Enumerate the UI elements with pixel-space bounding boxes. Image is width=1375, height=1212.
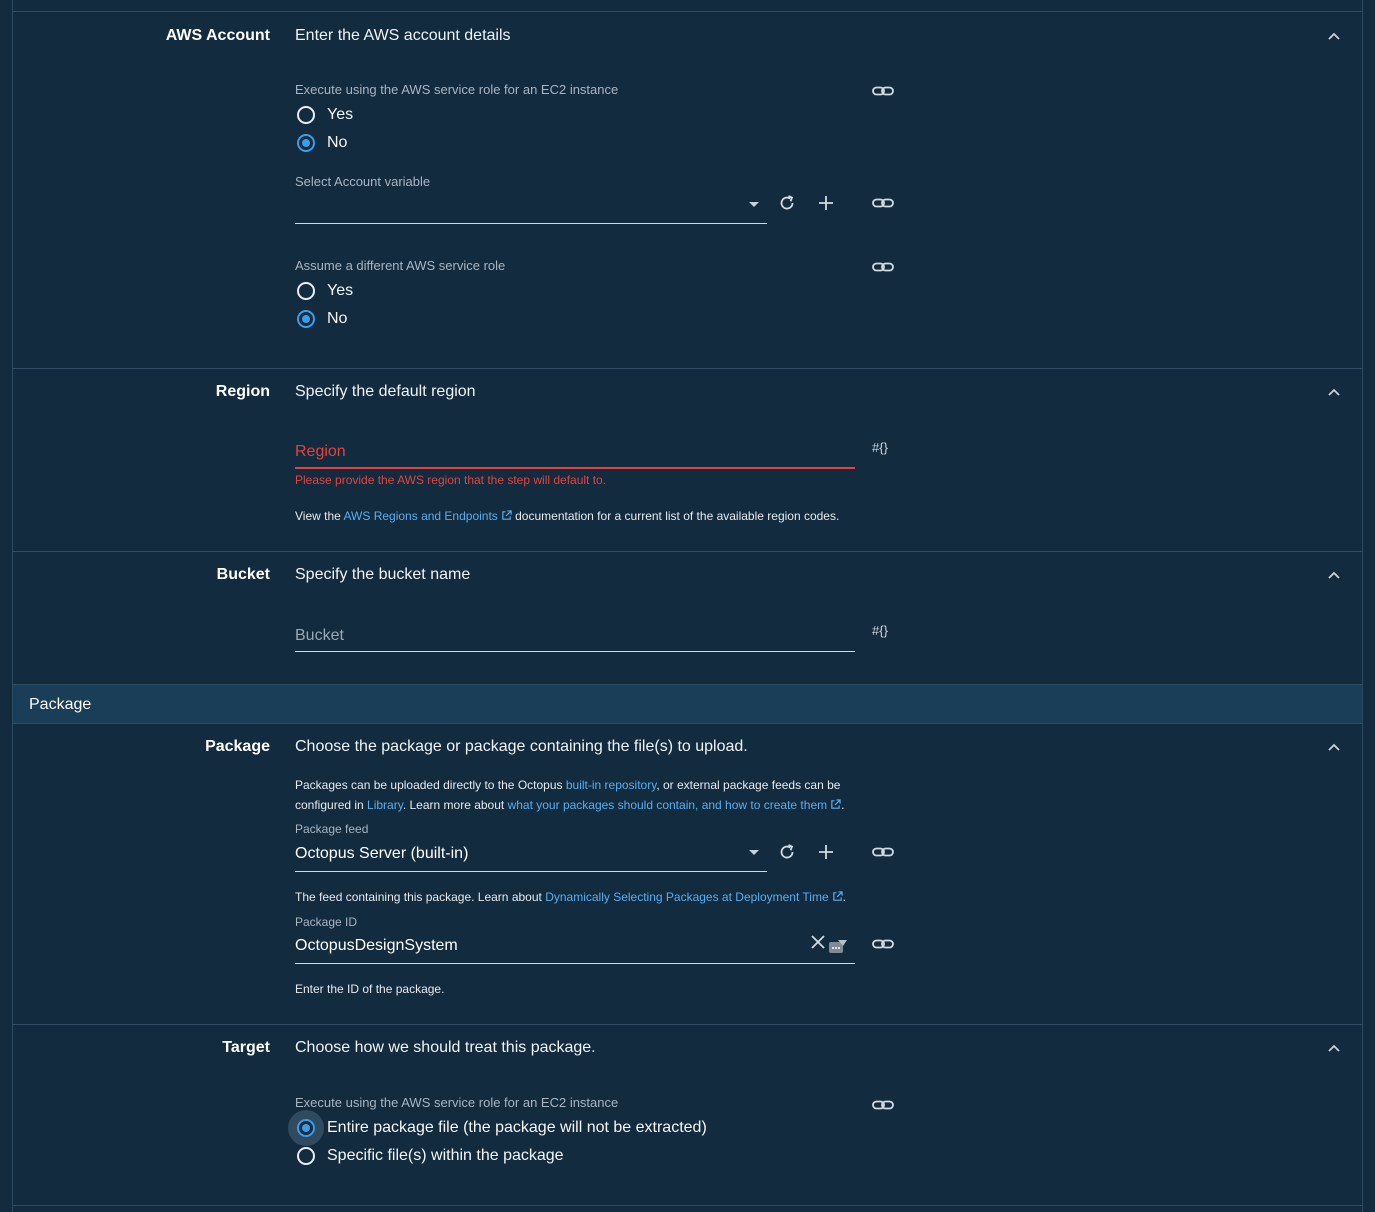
section-label: Target (222, 1039, 270, 1056)
assume-role-label: Assume a different AWS service role (295, 258, 506, 273)
account-variable-label: Select Account variable (295, 174, 431, 189)
refresh-button[interactable] (776, 841, 798, 863)
group-header-package: Package (13, 685, 1362, 724)
radio-circle (297, 1119, 315, 1137)
package-feed-select[interactable]: Octopus Server (built-in) (295, 837, 767, 872)
help-text: View the (295, 509, 344, 523)
close-icon[interactable] (811, 935, 825, 949)
help-text: Packages can be uploaded directly to the… (295, 778, 566, 792)
help-text: . (842, 890, 846, 904)
radio-circle (297, 282, 315, 300)
link-icon[interactable] (871, 79, 895, 103)
feed-help: The feed containing this package. Learn … (295, 887, 846, 907)
link-icon[interactable] (871, 1093, 895, 1117)
input-value: OctopusDesignSystem (295, 937, 458, 954)
external-link-icon (502, 510, 512, 520)
section-summary[interactable]: Choose how we should treat this package. (295, 1039, 596, 1057)
variable-binding-button[interactable]: #{} (872, 440, 888, 455)
external-link-icon (831, 799, 841, 809)
region-error: Please provide the AWS region that the s… (295, 473, 607, 487)
specific-files-radio[interactable]: Specific file(s) within the package (295, 1144, 564, 1168)
section-label: Package (205, 738, 270, 755)
chevron-up-icon[interactable] (1326, 1040, 1342, 1056)
section-target: Target Choose how we should treat this p… (13, 1025, 1362, 1206)
refresh-icon (780, 844, 794, 859)
dynamic-packages-link[interactable]: Dynamically Selecting Packages at Deploy… (545, 890, 828, 904)
package-id-label: Package ID (295, 915, 358, 929)
aws-regions-link[interactable]: AWS Regions and Endpoints (343, 509, 497, 523)
variable-binding-button[interactable]: #{} (872, 623, 888, 638)
assume-role-no-radio[interactable]: No (295, 307, 347, 331)
add-feed-button[interactable] (815, 841, 837, 863)
radio-label: Yes (327, 282, 354, 299)
step-editor-panel: AWS Account Enter the AWS account detail… (12, 0, 1363, 1212)
plus-icon (819, 196, 833, 210)
section-package: Package Choose the package or package co… (13, 724, 1362, 1025)
chevron-down-icon (749, 202, 759, 207)
variable-selector-icon[interactable] (828, 938, 848, 956)
package-docs-link[interactable]: what your packages should contain, and h… (508, 798, 828, 812)
section-region: Region Specify the default region Region… (13, 369, 1362, 552)
region-input[interactable]: Region (295, 431, 855, 469)
package-id-input[interactable]: OctopusDesignSystem (295, 930, 855, 964)
chevron-up-icon[interactable] (1326, 28, 1342, 44)
help-text: documentation for a current list of the … (511, 509, 840, 523)
chevron-up-icon[interactable] (1326, 567, 1342, 583)
radio-circle (297, 310, 315, 328)
ec2-role-yes-radio[interactable]: Yes (295, 103, 353, 127)
external-link-icon (832, 891, 843, 901)
section-label: AWS Account (165, 27, 270, 44)
assume-role-yes-radio[interactable]: Yes (295, 279, 353, 303)
package-intro: Packages can be uploaded directly to the… (295, 775, 844, 815)
radio-label: Specific file(s) within the package (327, 1147, 564, 1164)
section-label: Bucket (216, 566, 270, 583)
region-placeholder: Region (295, 443, 346, 460)
radio-label: Entire package file (the package will no… (327, 1119, 707, 1136)
ec2-role-no-radio[interactable]: No (295, 131, 347, 155)
package-feed-label: Package feed (295, 822, 369, 836)
chevron-up-icon[interactable] (1326, 739, 1342, 755)
section-summary[interactable]: Enter the AWS account details (295, 27, 511, 45)
chevron-down-icon (749, 850, 759, 855)
link-icon[interactable] (871, 840, 895, 864)
section-bucket: Bucket Specify the bucket name Bucket #{… (13, 552, 1362, 685)
help-text: . Learn more about (402, 798, 508, 812)
radio-label: No (327, 310, 348, 327)
library-link[interactable]: Library (367, 798, 403, 812)
ec2-role-label: Execute using the AWS service role for a… (295, 82, 619, 97)
refresh-button[interactable] (776, 192, 798, 214)
radio-circle (297, 1147, 315, 1165)
add-account-button[interactable] (815, 192, 837, 214)
built-in-repository-link[interactable]: built-in repository (566, 778, 656, 792)
plus-icon (819, 845, 833, 859)
section-aws-account: AWS Account Enter the AWS account detail… (13, 12, 1362, 369)
bucket-input[interactable]: Bucket (295, 615, 855, 652)
radio-circle (297, 106, 315, 124)
radio-circle (297, 134, 315, 152)
group-title: Package (29, 696, 92, 713)
region-help: View the AWS Regions and Endpoints docum… (295, 506, 839, 526)
entire-package-radio[interactable]: Entire package file (the package will no… (295, 1116, 707, 1140)
select-value: Octopus Server (built-in) (295, 845, 469, 862)
section-label: Region (215, 383, 270, 400)
chevron-up-icon[interactable] (1326, 384, 1342, 400)
help-text: configured in (295, 798, 368, 812)
account-variable-select[interactable] (295, 190, 767, 224)
section-summary[interactable]: Choose the package or package containing… (295, 738, 748, 756)
bucket-placeholder: Bucket (295, 627, 344, 644)
help-text: . (841, 798, 845, 812)
link-icon[interactable] (871, 255, 895, 279)
radio-label: No (327, 134, 348, 151)
link-icon[interactable] (871, 191, 895, 215)
radio-label: Yes (327, 106, 354, 123)
link-icon[interactable] (871, 932, 895, 956)
help-text: The feed containing this package. Learn … (295, 890, 546, 904)
package-id-help: Enter the ID of the package. (295, 982, 445, 996)
refresh-icon (780, 195, 794, 210)
section-summary[interactable]: Specify the bucket name (295, 566, 470, 584)
section-summary[interactable]: Specify the default region (295, 383, 476, 401)
target-field-label: Execute using the AWS service role for a… (295, 1095, 619, 1110)
help-text: , or external package feeds can be (656, 778, 841, 792)
